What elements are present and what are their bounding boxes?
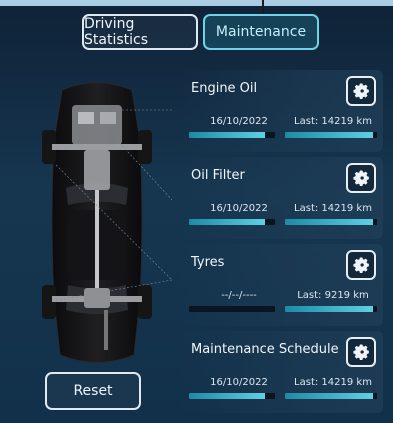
vehicle-chassis-illustration: [22, 70, 173, 380]
distance-progress-fill: [285, 219, 374, 225]
date-progress-bar: [189, 219, 275, 225]
distance-progress-bar: [285, 306, 377, 312]
maintenance-card-tyres: Tyres --/--/---- Last: 9219 km: [179, 244, 383, 326]
distance-progress-bar: [285, 393, 377, 399]
last-service-date: --/--/----: [221, 290, 257, 301]
maintenance-card-schedule: Maintenance Schedule 16/10/2022 Last: 14…: [179, 331, 383, 413]
card-title: Maintenance Schedule: [191, 342, 339, 357]
date-progress-fill: [189, 219, 265, 225]
reset-button[interactable]: Reset: [45, 372, 141, 410]
gear-icon[interactable]: [346, 76, 376, 106]
gear-icon[interactable]: [346, 337, 376, 367]
distance-progress-fill: [285, 306, 374, 312]
card-title: Tyres: [191, 255, 225, 270]
distance-progress-bar: [285, 132, 377, 138]
gear-icon[interactable]: [346, 250, 376, 280]
tab-maintenance[interactable]: Maintenance: [203, 14, 319, 50]
maintenance-card-oil-filter: Oil Filter 16/10/2022 Last: 14219 km: [179, 157, 383, 239]
last-service-distance: Last: 14219 km: [294, 377, 372, 388]
last-service-date: 16/10/2022: [210, 116, 268, 127]
last-service-distance: Last: 14219 km: [294, 203, 372, 214]
tab-driving-statistics[interactable]: Driving Statistics: [82, 14, 198, 50]
gear-icon[interactable]: [346, 163, 376, 193]
distance-progress-bar: [285, 219, 377, 225]
date-progress-bar: [189, 132, 275, 138]
last-service-distance: Last: 9219 km: [297, 290, 369, 301]
card-title: Oil Filter: [191, 168, 245, 183]
distance-progress-fill: [285, 132, 374, 138]
date-progress-fill: [189, 393, 265, 399]
maintenance-card-engine-oil: Engine Oil 16/10/2022 Last: 14219 km: [179, 70, 383, 152]
last-service-date: 16/10/2022: [210, 203, 268, 214]
card-title: Engine Oil: [191, 81, 258, 96]
last-service-date: 16/10/2022: [210, 377, 268, 388]
date-progress-bar: [189, 393, 275, 399]
date-progress-fill: [189, 132, 265, 138]
pointer-indicator: [262, 0, 264, 14]
last-service-distance: Last: 14219 km: [294, 116, 372, 127]
distance-progress-fill: [285, 393, 374, 399]
date-progress-bar: [189, 306, 275, 312]
